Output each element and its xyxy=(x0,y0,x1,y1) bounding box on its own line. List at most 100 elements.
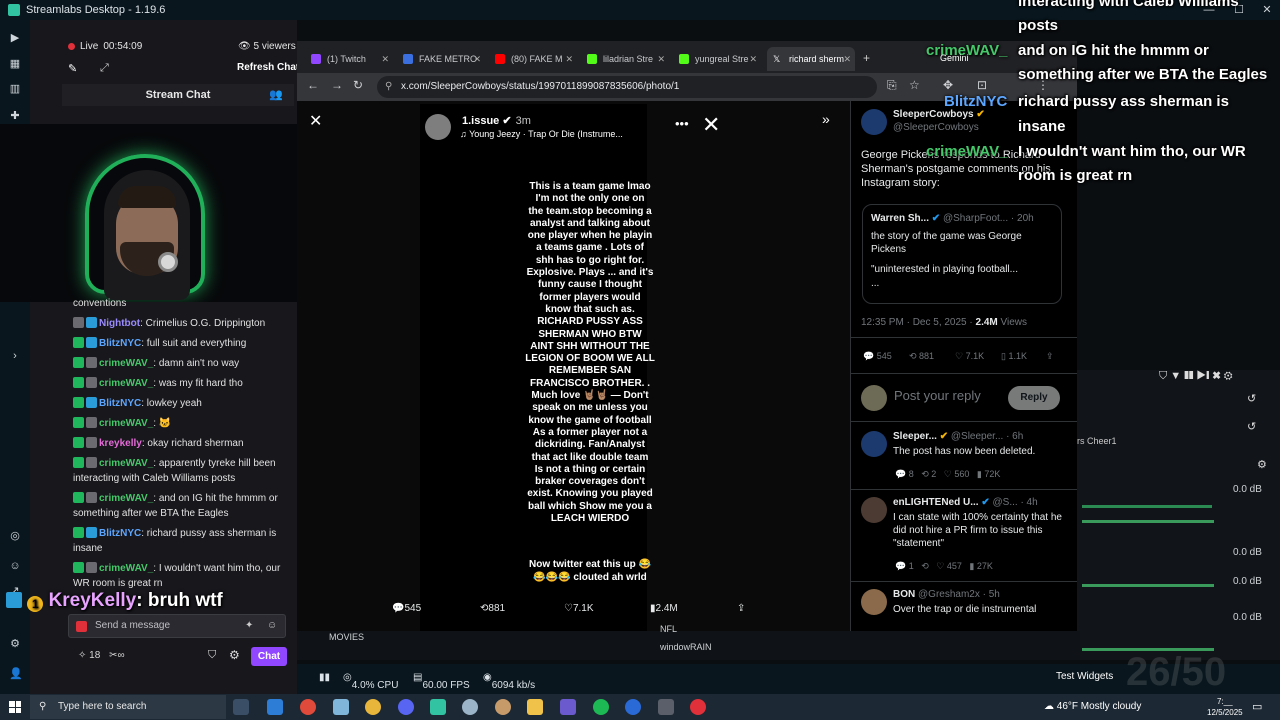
reply-button[interactable]: Reply xyxy=(1008,386,1060,410)
tweet-like-stat[interactable]: ♡ 7.1K xyxy=(955,351,984,362)
chat-username[interactable]: Nightbot xyxy=(99,318,140,329)
streamlabs-taskbar-icon[interactable] xyxy=(430,699,446,715)
chat-username[interactable]: crimeWAV_ xyxy=(99,418,153,429)
instagram-story-image[interactable]: 1.issue ✔ 3m ♫ Young Jeezy · Trap Or Die … xyxy=(420,104,720,631)
tab-twitch[interactable]: (1) Twitch ✕ xyxy=(305,47,393,71)
story-close-icon[interactable]: ✕ xyxy=(702,112,720,138)
discord-taskbar-icon[interactable] xyxy=(398,699,414,715)
expand-panel-icon[interactable]: » xyxy=(822,111,830,127)
themes-icon[interactable]: ▦ xyxy=(9,58,21,70)
chat-username[interactable]: crimeWAV_ xyxy=(99,563,153,574)
taskbar-clock[interactable]: 7:__ 12/5/2025 xyxy=(1207,696,1243,718)
notification-icon[interactable]: ▭ xyxy=(1252,700,1262,713)
reply-action[interactable]: 💬 545 xyxy=(392,603,421,614)
taskbar-app-icon[interactable] xyxy=(267,699,283,715)
tab-kick-liladrian[interactable]: liladrian Stre ✕ xyxy=(581,47,669,71)
chat-username[interactable]: kreykelly xyxy=(99,438,142,449)
mixer-refresh-icon[interactable]: ↺ xyxy=(1247,420,1256,433)
author-name[interactable]: SleeperCowboys ✔ xyxy=(893,109,985,120)
url-input[interactable]: ⚲ x.com/SleeperCowboys/status/1997011899… xyxy=(377,76,877,98)
discord-icon[interactable]: ☺ xyxy=(9,560,21,572)
mixer-toolbar-icons[interactable]: ⛉ ▼ ❚❚ ▶❙ ✖ ⚙ xyxy=(1159,370,1233,383)
reply-input[interactable]: Post your reply xyxy=(894,389,981,403)
taskbar-app-icon[interactable] xyxy=(625,699,641,715)
close-icon[interactable]: ✕ xyxy=(1254,0,1280,20)
settings-icon[interactable]: ⚙ xyxy=(9,638,21,650)
magic-icon[interactable]: ✦ xyxy=(245,615,253,637)
tweet-share-icon[interactable]: ⇪ xyxy=(1046,351,1054,362)
install-icon[interactable]: ⎘ xyxy=(887,78,897,93)
tab-close-icon[interactable]: ✕ xyxy=(381,47,389,71)
emote-picker-icon[interactable] xyxy=(76,621,87,632)
shield-icon[interactable]: ⛉ xyxy=(208,649,216,662)
scene-movies[interactable]: MOVIES xyxy=(329,632,364,642)
chat-username[interactable]: BlitzNYC xyxy=(99,398,141,409)
chat-username[interactable]: crimeWAV_ xyxy=(99,458,153,469)
profile-icon[interactable]: 👤 xyxy=(9,668,23,680)
tab-close-icon[interactable]: ✕ xyxy=(843,47,851,71)
editor-icon[interactable]: ▶ xyxy=(9,32,21,44)
quoted-tweet[interactable]: Warren Sh... ✔ @SharpFoot... · 20h the s… xyxy=(862,204,1062,304)
chrome-icon[interactable] xyxy=(300,699,316,715)
taskbar-app-icon[interactable] xyxy=(333,699,349,715)
author-avatar[interactable] xyxy=(861,109,887,135)
back-icon[interactable]: ← xyxy=(307,78,319,92)
taskbar-app-icon[interactable] xyxy=(462,699,478,715)
send-message-input[interactable]: Send a message ✦ ☺ xyxy=(68,614,286,638)
tab-fake-metro[interactable]: FAKE METRO ✕ xyxy=(397,47,485,71)
task-view-icon[interactable] xyxy=(233,699,249,715)
repost-action[interactable]: ⟲ 881 xyxy=(480,603,505,614)
chat-username[interactable]: BlitzNYC xyxy=(99,338,141,349)
tab-x-active[interactable]: 𝕏richard sherm ✕ xyxy=(767,47,855,71)
chat-username[interactable]: crimeWAV_ xyxy=(99,358,153,369)
author-handle[interactable]: @SleeperCowboys xyxy=(893,122,979,133)
tweet-repost-stat[interactable]: ⟲ 881 xyxy=(909,351,934,362)
spotify-icon[interactable] xyxy=(593,699,609,715)
profile-browser-icon[interactable]: ⊡ xyxy=(977,78,987,92)
chat-settings-icon[interactable]: ⚙ xyxy=(229,648,240,662)
stats-icon[interactable]: ▮▮ xyxy=(319,672,330,683)
tweet-timestamp[interactable]: 12:35 PM · Dec 5, 2025 · xyxy=(861,317,973,328)
new-tab-icon[interactable]: + xyxy=(863,51,870,65)
taskbar-app-icon[interactable] xyxy=(560,699,576,715)
source-nfl[interactable]: NFL xyxy=(660,624,677,634)
tab-close-icon[interactable]: ✕ xyxy=(657,47,665,71)
chat-send-button[interactable]: Chat xyxy=(251,647,287,666)
refresh-chat-button[interactable]: Refresh Chat xyxy=(237,62,299,73)
taskbar-app-icon[interactable] xyxy=(365,699,381,715)
windows-start-icon[interactable] xyxy=(9,701,21,713)
weather-widget[interactable]: ☁ 46°F Mostly cloudy xyxy=(1044,701,1141,712)
chat-username[interactable]: crimeWAV_ xyxy=(99,378,153,389)
taskbar-app-icon[interactable] xyxy=(690,699,706,715)
share-stream-icon[interactable]: ⤢ xyxy=(100,62,109,75)
collapse-arrow-icon[interactable]: › xyxy=(9,350,21,362)
tweet-reply-stat[interactable]: 💬 545 xyxy=(863,351,892,362)
tab-close-icon[interactable]: ✕ xyxy=(749,47,757,71)
tab-close-icon[interactable]: ✕ xyxy=(565,47,573,71)
pencil-icon[interactable]: ✎ xyxy=(68,62,77,75)
like-action[interactable]: ♡ 7.1K xyxy=(564,603,594,614)
link-icon[interactable]: ◎ xyxy=(9,530,21,542)
file-explorer-icon[interactable] xyxy=(527,699,543,715)
site-info-icon[interactable]: ⚲ xyxy=(385,76,392,98)
share-action-icon[interactable]: ⇪ xyxy=(737,603,745,614)
close-viewer-icon[interactable]: ✕ xyxy=(309,111,322,131)
gemini-button[interactable]: Gemini xyxy=(940,53,969,63)
extensions-icon[interactable]: ✥ xyxy=(943,78,953,92)
tab-close-icon[interactable]: ✕ xyxy=(473,47,481,71)
tools-icon[interactable]: ✚ xyxy=(9,110,21,122)
chat-username[interactable]: BlitzNYC xyxy=(99,528,141,539)
studio-icon[interactable]: ▥ xyxy=(9,83,21,95)
smiley-icon[interactable]: ☺ xyxy=(267,615,277,637)
reload-icon[interactable]: ↻ xyxy=(353,78,363,92)
tab-youtube[interactable]: (80) FAKE M ✕ xyxy=(489,47,577,71)
channel-points[interactable]: ✧ 18 ✂∞ xyxy=(78,650,125,661)
forward-icon[interactable]: → xyxy=(331,78,343,92)
tweet-bookmark-stat[interactable]: ▯ 1.1K xyxy=(1001,351,1027,362)
users-icon[interactable]: 👥 xyxy=(269,88,283,101)
bookmark-star-icon[interactable]: ☆ xyxy=(909,78,920,92)
taskbar-search[interactable]: ⚲ Type here to search xyxy=(30,695,226,719)
volume-slider[interactable] xyxy=(1082,520,1214,523)
chat-username[interactable]: crimeWAV_ xyxy=(99,493,153,504)
mixer-refresh-icon[interactable]: ↺ xyxy=(1247,392,1256,405)
